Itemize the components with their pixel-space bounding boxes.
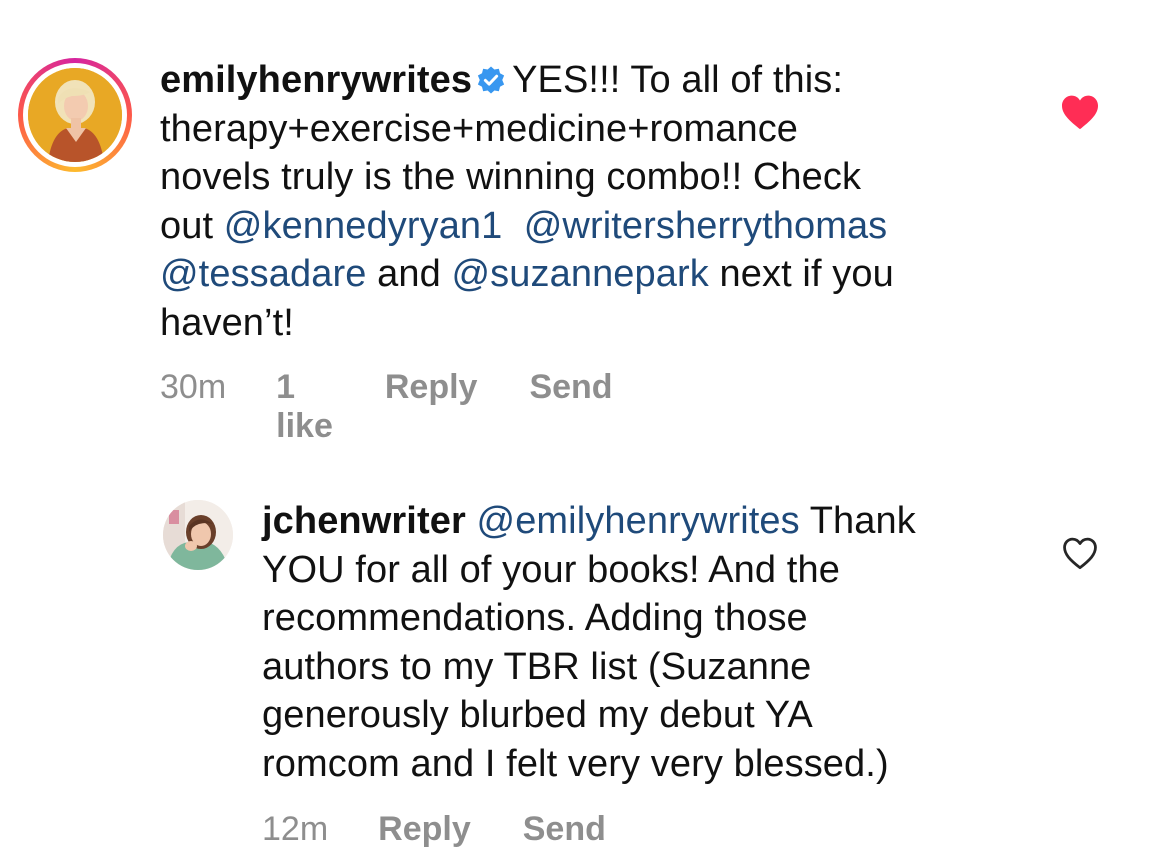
heart-filled-icon[interactable] bbox=[1060, 94, 1100, 130]
comment-line-4: authors to my TBR list (Suzanne bbox=[262, 645, 812, 688]
reply-button[interactable]: Reply bbox=[378, 810, 471, 849]
send-button[interactable]: Send bbox=[529, 368, 612, 446]
mention-writersherrythomas[interactable]: @writersherrythomas bbox=[524, 205, 888, 247]
comment-line-2: therapy+exercise+medicine+romance bbox=[160, 107, 799, 150]
username[interactable]: emilyhenrywrites bbox=[160, 59, 472, 101]
comment-line-5: generously blurbed my debut YA bbox=[262, 694, 813, 736]
comment-line-4: out @kennedyryan1 @writersherrythomas bbox=[160, 202, 1040, 251]
comment-text: jchenwriter @emilyhenrywrites Thank YOU … bbox=[262, 497, 1042, 788]
timestamp: 30m bbox=[160, 368, 227, 406]
comment-line-1: jchenwriter @emilyhenrywrites Thank bbox=[262, 497, 1042, 546]
comment-line-5: @tessadare and @suzannepark next if you bbox=[160, 250, 1040, 299]
avatar-jchenwriter[interactable] bbox=[163, 500, 233, 570]
mention-kennedyryan1[interactable]: @kennedyryan1 bbox=[224, 205, 503, 247]
comment-line-1: emilyhenrywrites YES!!! To all of this: bbox=[160, 56, 1040, 105]
avatar-photo bbox=[163, 500, 233, 570]
comment-text-part: out bbox=[160, 204, 224, 247]
verified-badge-icon bbox=[477, 66, 505, 94]
heart-outline-icon[interactable] bbox=[1061, 536, 1099, 570]
username[interactable]: jchenwriter bbox=[262, 500, 466, 542]
mention-emilyhenrywrites[interactable]: @emilyhenrywrites bbox=[477, 500, 800, 542]
comment-meta: 12m Reply Send bbox=[262, 810, 606, 849]
mention-tessadare[interactable]: @tessadare bbox=[160, 253, 366, 295]
avatar-emilyhenrywrites[interactable] bbox=[18, 58, 132, 172]
comment-text-part bbox=[502, 205, 523, 247]
mention-suzannepark[interactable]: @suzannepark bbox=[452, 253, 709, 295]
reply-button[interactable]: Reply bbox=[385, 368, 478, 446]
comment-meta: 30m 1 like Reply Send bbox=[160, 368, 613, 446]
comment-line-3: recommendations. Adding those bbox=[262, 597, 808, 639]
avatar-photo bbox=[28, 68, 122, 162]
like-count[interactable]: 1 like bbox=[276, 368, 333, 446]
comment-line-3: novels truly is the winning combo!! Chec… bbox=[160, 156, 862, 198]
comment-line-6: romcom and I felt very very blessed.) bbox=[262, 742, 889, 785]
comment-line-6: haven’t! bbox=[160, 301, 294, 344]
send-button[interactable]: Send bbox=[523, 810, 606, 849]
comment-text-part: YES!!! To all of this: bbox=[512, 59, 844, 101]
comment-text-part: and bbox=[366, 253, 452, 295]
comment-text-part: Thank bbox=[799, 500, 916, 542]
timestamp: 12m bbox=[262, 810, 329, 848]
comment-text-part: next if you bbox=[708, 253, 894, 295]
comment-line-2: YOU for all of your books! And the bbox=[262, 548, 840, 591]
comment-text: emilyhenrywrites YES!!! To all of this: … bbox=[160, 56, 1040, 347]
